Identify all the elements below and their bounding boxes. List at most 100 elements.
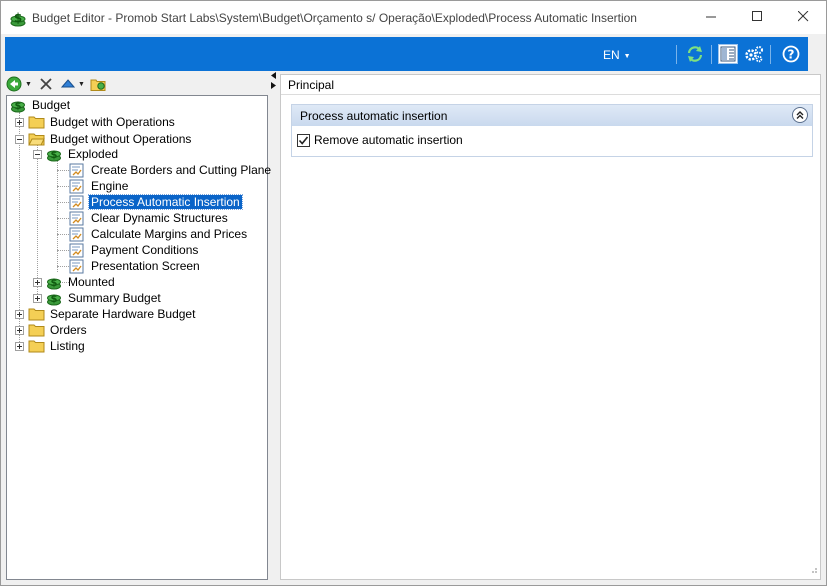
properties-pane: Principal Process automatic insertion Re… xyxy=(280,74,821,580)
toolbar-separator xyxy=(770,45,771,64)
back-dropdown-icon[interactable]: ▼ xyxy=(25,81,32,88)
script-icon xyxy=(69,227,86,242)
tree-item-separate-hardware-budget[interactable]: Separate Hardware Budget xyxy=(15,306,197,322)
tree-item-label: Presentation Screen xyxy=(91,259,200,273)
double-chevron-up-icon xyxy=(796,111,804,119)
help-icon: ? xyxy=(782,45,800,63)
tree-item-process-automatic-insertion[interactable]: Process Automatic Insertion xyxy=(69,194,243,210)
tree-item-mounted[interactable]: $ Mounted xyxy=(33,274,117,290)
pane-splitter[interactable] xyxy=(269,71,279,91)
tree-item-orders[interactable]: Orders xyxy=(15,322,89,338)
tree-item-label-selected: Process Automatic Insertion xyxy=(88,194,243,210)
folder-open-icon xyxy=(28,132,45,147)
script-icon xyxy=(69,243,86,258)
expand-icon[interactable] xyxy=(33,293,42,303)
tree-item-label: Exploded xyxy=(68,147,119,161)
close-button[interactable] xyxy=(780,1,826,31)
expand-icon[interactable] xyxy=(15,309,24,319)
tree-connector xyxy=(57,202,69,203)
script-icon xyxy=(69,163,86,178)
add-folder-button[interactable] xyxy=(90,75,107,93)
expand-icon[interactable] xyxy=(15,325,24,335)
collapse-arrows-icon xyxy=(271,72,276,89)
main-toolbar: EN ▼ ? xyxy=(5,37,808,71)
folder-icon xyxy=(28,115,45,130)
tree-item-label: Engine xyxy=(91,179,129,193)
expand-icon[interactable] xyxy=(15,341,24,351)
money-icon: $ xyxy=(46,291,63,306)
group-header[interactable]: Process automatic insertion xyxy=(292,105,812,126)
tree-connector xyxy=(57,170,69,171)
tab-principal[interactable]: Principal xyxy=(288,78,334,92)
process-automatic-insertion-group: Process automatic insertion Remove autom… xyxy=(291,104,813,157)
settings-button[interactable] xyxy=(744,44,764,64)
tree-connector xyxy=(57,160,58,272)
tree-item-label: Summary Budget xyxy=(68,291,161,305)
tree-item-label: Mounted xyxy=(68,275,115,289)
toolbar-separator xyxy=(676,45,677,64)
tree-item-engine[interactable]: Engine xyxy=(69,178,130,194)
svg-text:$: $ xyxy=(14,11,22,25)
tree-item-calculate-margins[interactable]: Calculate Margins and Prices xyxy=(69,226,249,242)
tree-item-label: Orders xyxy=(50,323,87,337)
add-folder-icon xyxy=(90,79,106,91)
script-icon xyxy=(69,195,86,210)
tree-item-label: Create Borders and Cutting Plane xyxy=(91,163,272,177)
group-title: Process automatic insertion xyxy=(300,109,448,123)
tree-item-clear-dynamic-structures[interactable]: Clear Dynamic Structures xyxy=(69,210,230,226)
title-bar: $ Budget Editor - Promob Start Labs\Syst… xyxy=(1,1,826,34)
remove-automatic-insertion-checkbox[interactable] xyxy=(297,133,310,147)
tree-item-summary-budget[interactable]: $ Summary Budget xyxy=(33,290,163,306)
tree-connector xyxy=(57,234,69,235)
refresh-button[interactable] xyxy=(685,44,705,64)
window-title: Budget Editor - Promob Start Labs\System… xyxy=(32,10,637,25)
minimize-button[interactable] xyxy=(688,1,734,31)
tree-item-label: Payment Conditions xyxy=(91,243,199,257)
panel-layout-button[interactable] xyxy=(718,44,738,64)
svg-text:$: $ xyxy=(51,294,58,305)
expand-icon[interactable] xyxy=(15,117,24,127)
language-selector[interactable]: EN ▼ xyxy=(603,48,631,62)
divider xyxy=(281,94,820,95)
back-button[interactable] xyxy=(6,75,22,93)
maximize-button[interactable] xyxy=(734,1,780,31)
move-up-icon xyxy=(60,79,75,88)
tree-item-budget-with-operations[interactable]: Budget with Operations xyxy=(15,114,177,130)
chevron-down-icon: ▼ xyxy=(623,52,631,60)
panel-layout-icon xyxy=(720,46,736,62)
tree-toolbar: ▼ ▼ xyxy=(6,74,268,94)
language-label: EN xyxy=(603,48,620,62)
app-money-icon: $ xyxy=(9,9,27,27)
svg-text:$: $ xyxy=(51,150,58,161)
svg-text:$: $ xyxy=(15,101,22,112)
budget-tree[interactable]: $ Budget Budget with Operations Budget w… xyxy=(6,95,271,580)
resize-grip-icon[interactable] xyxy=(808,563,818,577)
collapse-icon[interactable] xyxy=(33,149,42,159)
tree-item-listing[interactable]: Listing xyxy=(15,338,87,354)
refresh-icon xyxy=(687,46,703,62)
collapse-icon[interactable] xyxy=(15,134,24,144)
tree-item-label: Clear Dynamic Structures xyxy=(91,211,228,225)
delete-button[interactable] xyxy=(39,75,53,93)
script-icon xyxy=(69,179,86,194)
tree-item-create-borders[interactable]: Create Borders and Cutting Plane xyxy=(69,162,273,178)
move-up-button[interactable] xyxy=(60,75,75,93)
tree-item-presentation-screen[interactable]: Presentation Screen xyxy=(69,258,202,274)
tree-connector xyxy=(57,250,69,251)
tree-item-label: Budget with Operations xyxy=(50,115,175,129)
tree-item-payment-conditions[interactable]: Payment Conditions xyxy=(69,242,200,258)
expand-icon[interactable] xyxy=(33,277,42,287)
help-button[interactable]: ? xyxy=(781,44,801,64)
folder-icon xyxy=(28,339,45,354)
maximize-icon xyxy=(751,10,762,21)
svg-text:$: $ xyxy=(51,278,58,289)
checkmark-icon xyxy=(298,135,309,145)
tree-item-exploded[interactable]: $ Exploded xyxy=(33,146,120,162)
tree-item-label: Listing xyxy=(50,339,85,353)
remove-automatic-insertion-option[interactable]: Remove automatic insertion xyxy=(297,133,463,147)
tree-item-budget-without-operations[interactable]: Budget without Operations xyxy=(15,131,193,147)
move-dropdown-icon[interactable]: ▼ xyxy=(78,81,85,88)
folder-icon xyxy=(28,323,45,338)
collapse-group-button[interactable] xyxy=(792,107,808,123)
tree-item-budget[interactable]: $ Budget xyxy=(10,97,72,113)
